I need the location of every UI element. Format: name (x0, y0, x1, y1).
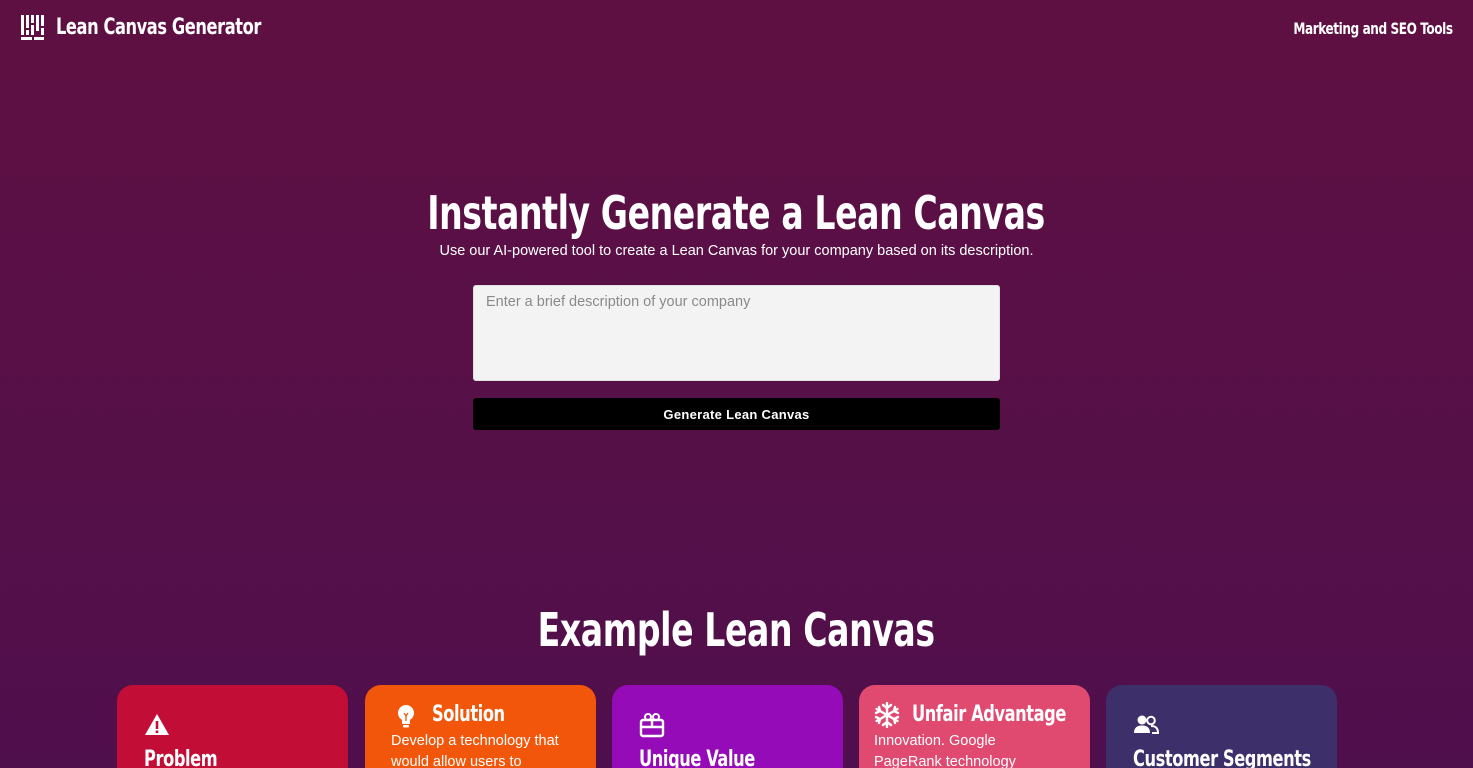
hero-section: Instantly Generate a Lean Canvas Use our… (0, 185, 1473, 259)
snowflake-icon (874, 702, 900, 728)
card-customer-segments: Customer Segments (1106, 685, 1337, 768)
lightbulb-icon (398, 705, 414, 728)
card-title: Customer Segments (1133, 747, 1311, 768)
card-problem: Problem (117, 685, 348, 768)
hero-subtitle: Use our AI-powered tool to create a Lean… (439, 243, 1034, 259)
card-text: Develop a technology that would allow us… (391, 733, 559, 768)
card-title: Solution (432, 702, 505, 727)
company-description-input[interactable] (473, 285, 1000, 381)
logo-link[interactable]: Lean Canvas Generator (20, 14, 306, 41)
card-title: Problem (144, 747, 218, 768)
warning-icon (145, 714, 169, 735)
example-section-title-wrap: Example Lean Canvas (0, 600, 1473, 660)
logo-icon (21, 15, 44, 40)
card-unfair-advantage: Unfair Advantage Innovation. Google Page… (859, 685, 1090, 768)
users-icon (1134, 715, 1159, 734)
generate-lean-canvas-button[interactable]: Generate Lean Canvas (473, 398, 1000, 430)
site-header: Lean Canvas Generator Marketing and SEO … (0, 0, 1473, 60)
card-title: Unfair Advantage (912, 702, 1067, 727)
nav-marketing-seo-tools[interactable]: Marketing and SEO Tools (1294, 19, 1454, 38)
example-section-title: Example Lean Canvas (537, 603, 936, 657)
card-text: Innovation. Google PageRank technology (874, 733, 1016, 768)
card-unique-value: Unique Value (612, 685, 843, 768)
hero-title: Instantly Generate a Lean Canvas (427, 186, 1046, 240)
card-title: Unique Value (639, 747, 755, 768)
example-canvas-cards: Problem Solution Develop a technology th… (117, 685, 1357, 768)
gift-icon (639, 713, 665, 738)
logo-text: Lean Canvas Generator (56, 15, 261, 40)
card-solution: Solution Develop a technology that would… (365, 685, 596, 768)
